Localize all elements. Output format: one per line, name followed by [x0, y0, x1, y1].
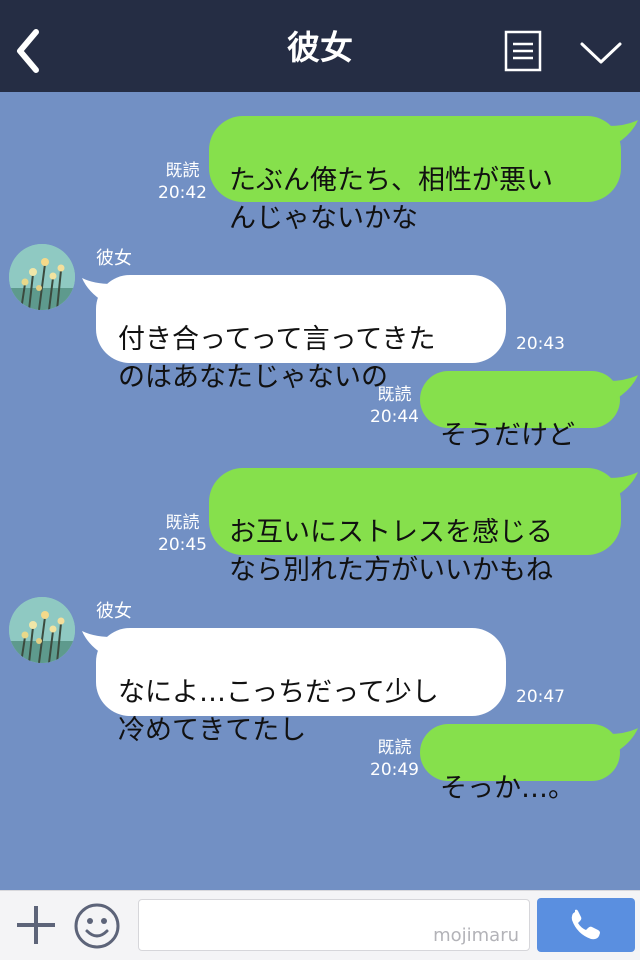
flower-avatar-image	[9, 244, 75, 310]
message-text: そっか…。	[440, 773, 575, 804]
their-message-bubble[interactable]: 付き合ってって言ってきた のはあなたじゃないの	[96, 275, 506, 393]
their-message-bubble[interactable]: なによ…こっちだって少し 冷めてきてたし	[96, 628, 506, 746]
menu-button[interactable]	[504, 30, 544, 74]
add-button[interactable]	[14, 903, 58, 947]
message-text: なによ…こっちだって少し 冷めてきてたし	[118, 677, 439, 746]
contact-name: 彼女	[96, 248, 132, 269]
read-receipt: 既読 20:44	[370, 385, 419, 427]
contact-avatar[interactable]	[9, 597, 75, 663]
my-message-bubble[interactable]: お互いにストレスを感じる なら別れた方がいいかもね	[209, 468, 621, 586]
watermark: mojimaru	[433, 925, 519, 946]
plus-icon	[17, 906, 55, 944]
collapse-button[interactable]	[578, 38, 624, 70]
chevron-left-icon	[17, 29, 39, 73]
page-title: 彼女	[287, 28, 353, 67]
bubble-tail	[608, 728, 638, 754]
call-button[interactable]	[537, 898, 635, 952]
message-text: たぶん俺たち、相性が悪い んじゃないかな	[229, 165, 553, 234]
message-text: そうだけど	[440, 420, 575, 451]
chevron-down-icon	[580, 42, 622, 64]
message-composer: mojimaru	[0, 890, 640, 960]
message-text: 付き合ってって言ってきた のはあなたじゃないの	[118, 324, 436, 393]
read-receipt: 既読 20:42	[158, 161, 207, 203]
contact-avatar[interactable]	[9, 244, 75, 310]
back-button[interactable]	[10, 26, 50, 76]
read-receipt: 既読 20:49	[370, 738, 419, 780]
list-icon	[504, 30, 542, 72]
emoji-button[interactable]	[72, 901, 122, 951]
phone-icon	[571, 909, 600, 940]
chat-header: 彼女	[0, 0, 640, 92]
message-time: 20:47	[516, 687, 565, 707]
read-receipt: 既読 20:45	[158, 513, 207, 555]
smiley-icon	[74, 903, 120, 949]
message-time: 20:43	[516, 334, 565, 354]
my-message-bubble[interactable]: そっか…。	[420, 724, 620, 804]
my-message-bubble[interactable]: そうだけど	[420, 371, 620, 451]
my-message-bubble[interactable]: たぶん俺たち、相性が悪い んじゃないかな	[209, 116, 621, 234]
message-text: お互いにストレスを感じる なら別れた方がいいかもね	[229, 517, 553, 586]
bubble-tail	[608, 472, 638, 498]
flower-avatar-image	[9, 597, 75, 663]
bubble-tail	[608, 120, 638, 146]
bubble-tail	[608, 375, 638, 401]
message-input[interactable]: mojimaru	[138, 899, 530, 951]
chat-area[interactable]: 既読 20:42 たぶん俺たち、相性が悪い んじゃないかな 彼女 付き合ってって…	[0, 92, 640, 890]
contact-name: 彼女	[96, 601, 132, 622]
